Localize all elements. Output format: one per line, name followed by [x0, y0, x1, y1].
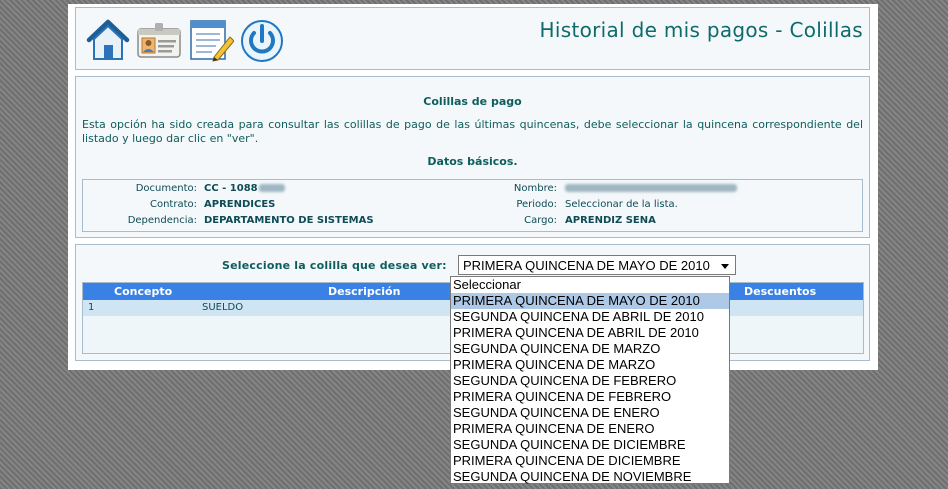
- nombre-label: Nombre:: [513, 183, 557, 194]
- id-card-icon[interactable]: [136, 17, 182, 63]
- cell-descripcion: SUELDO: [202, 302, 244, 313]
- nombre-value: [565, 183, 737, 194]
- cargo-value: APRENDIZ SENA: [565, 215, 656, 226]
- contrato-value: APRENDICES: [204, 199, 276, 210]
- section-heading-datos: Datos básicos.: [427, 155, 518, 168]
- dropdown-option[interactable]: SEGUNDA QUINCENA DE FEBRERO: [451, 373, 729, 389]
- info-panel: Colillas de pago Esta opción ha sido cre…: [75, 76, 870, 238]
- colilla-select[interactable]: PRIMERA QUINCENA DE MAYO DE 2010: [458, 255, 736, 275]
- dropdown-option[interactable]: SEGUNDA QUINCENA DE ABRIL DE 2010: [451, 309, 729, 325]
- column-header-descuentos: Descuentos: [744, 285, 817, 298]
- periodo-value: Seleccionar de la lista.: [565, 199, 678, 210]
- home-icon[interactable]: [85, 17, 131, 63]
- cell-concepto: 1: [88, 302, 95, 313]
- dropdown-option[interactable]: SEGUNDA QUINCENA DE ENERO: [451, 405, 729, 421]
- periodo-label: Periodo:: [516, 199, 557, 210]
- dropdown-option[interactable]: PRIMERA QUINCENA DE ABRIL DE 2010: [451, 325, 729, 341]
- page-title: Historial de mis pagos - Colillas: [539, 18, 863, 42]
- header-panel: Historial de mis pagos - Colillas: [75, 7, 870, 70]
- column-header-concepto: Concepto: [114, 285, 173, 298]
- dependencia-label: Dependencia:: [127, 215, 197, 226]
- documento-label: Documento:: [135, 183, 197, 194]
- dropdown-option[interactable]: PRIMERA QUINCENA DE DICIEMBRE: [451, 453, 729, 469]
- intro-text: Esta opción ha sido creada para consulta…: [82, 118, 863, 145]
- power-icon[interactable]: [239, 17, 285, 63]
- dropdown-option[interactable]: Seleccionar: [451, 277, 729, 293]
- documento-value: CC - 1088: [204, 183, 285, 194]
- dependencia-value: DEPARTAMENTO DE SISTEMAS: [204, 215, 374, 226]
- colilla-dropdown-list[interactable]: Seleccionar PRIMERA QUINCENA DE MAYO DE …: [450, 276, 730, 484]
- redacted-name: [565, 184, 737, 192]
- datos-basicos-box: Documento: CC - 1088 Nombre: Contrato: A…: [82, 179, 863, 232]
- notepad-pencil-icon[interactable]: [188, 17, 235, 63]
- dropdown-arrow-icon[interactable]: [721, 264, 729, 269]
- dropdown-option[interactable]: PRIMERA QUINCENA DE ENERO: [451, 421, 729, 437]
- contrato-label: Contrato:: [149, 199, 197, 210]
- dropdown-option[interactable]: PRIMERA QUINCENA DE FEBRERO: [451, 389, 729, 405]
- dropdown-option[interactable]: PRIMERA QUINCENA DE MARZO: [451, 357, 729, 373]
- cargo-label: Cargo:: [524, 215, 557, 226]
- dropdown-option[interactable]: SEGUNDA QUINCENA DE NOVIEMBRE: [451, 469, 729, 485]
- section-heading-colillas: Colillas de pago: [423, 95, 522, 108]
- dropdown-option[interactable]: SEGUNDA QUINCENA DE DICIEMBRE: [451, 437, 729, 453]
- colilla-select-value: PRIMERA QUINCENA DE MAYO DE 2010: [463, 258, 710, 273]
- dropdown-option[interactable]: SEGUNDA QUINCENA DE MARZO: [451, 341, 729, 357]
- column-header-descripcion: Descripción: [328, 285, 401, 298]
- redacted-document-number: [258, 184, 285, 192]
- dropdown-option-highlighted[interactable]: PRIMERA QUINCENA DE MAYO DE 2010: [451, 293, 729, 309]
- colilla-select-label: Seleccione la colilla que desea ver:: [222, 259, 447, 272]
